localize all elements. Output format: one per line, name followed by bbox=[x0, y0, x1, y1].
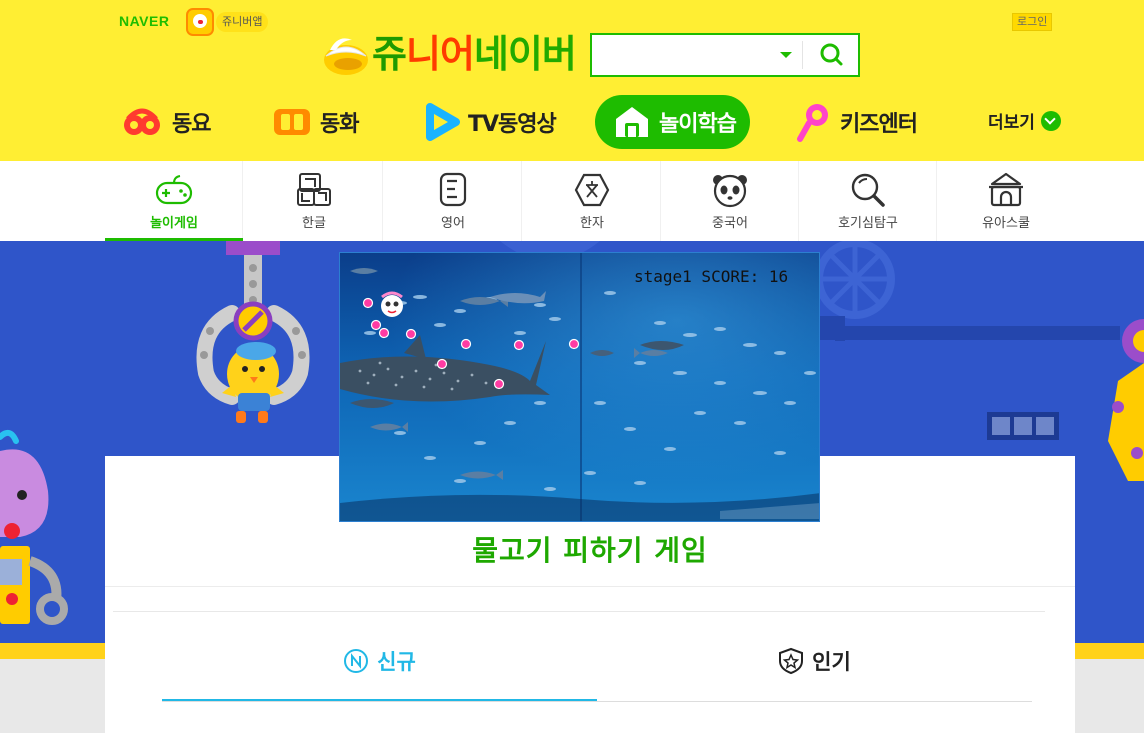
tab-play-game[interactable]: 놀이게임 bbox=[105, 161, 243, 241]
english-letter-icon bbox=[439, 172, 467, 207]
chevron-down-icon[interactable] bbox=[773, 44, 799, 66]
star-badge-icon bbox=[779, 647, 804, 675]
game-title: 물고기 피하기 게임 bbox=[472, 534, 708, 567]
header: NAVER 쥬니버앱 로그인 쥬니어네이버 동요 동화 TV동영상 놀이학습 키… bbox=[0, 0, 1144, 161]
main-nav: 동요 동화 TV동영상 놀이학습 키즈엔터 bbox=[0, 95, 1144, 149]
song-icon bbox=[124, 108, 160, 135]
junior-app-link[interactable]: 쥬니버앱 bbox=[216, 12, 269, 32]
tab-hanja[interactable]: 한자 bbox=[523, 161, 661, 241]
tab-chinese[interactable]: 중국어 bbox=[661, 161, 799, 241]
list-tabs: 신규 인기 bbox=[162, 620, 1032, 702]
new-badge-icon bbox=[344, 649, 369, 673]
search-button[interactable] bbox=[806, 38, 856, 72]
microphone-icon bbox=[797, 104, 828, 142]
nav-tv[interactable]: TV동영상 bbox=[424, 95, 557, 149]
search-input[interactable] bbox=[600, 43, 770, 67]
more-button[interactable]: 더보기 bbox=[988, 108, 1061, 133]
nav-song[interactable]: 동요 bbox=[120, 95, 211, 149]
player-character bbox=[381, 291, 403, 317]
search-box bbox=[590, 33, 860, 77]
book-icon bbox=[274, 109, 310, 135]
tab-curiosity[interactable]: 호기심탐구 bbox=[799, 161, 937, 241]
play-icon bbox=[426, 103, 460, 141]
brand-title[interactable]: 쥬니어네이버 bbox=[372, 33, 577, 75]
tab-popular[interactable]: 인기 bbox=[597, 620, 1032, 702]
brand-mascot-icon[interactable] bbox=[318, 30, 370, 78]
tab-new[interactable]: 신규 bbox=[162, 620, 597, 702]
junior-app-icon[interactable] bbox=[186, 8, 214, 36]
nav-kids-entertainment[interactable]: 키즈엔터 bbox=[796, 95, 918, 149]
gamepad-icon bbox=[155, 175, 193, 205]
magnifier-icon bbox=[851, 173, 885, 207]
nav-story[interactable]: 동화 bbox=[272, 95, 359, 149]
korean-letters-icon bbox=[297, 173, 331, 206]
login-button[interactable]: 로그인 bbox=[1012, 13, 1053, 31]
panda-icon bbox=[713, 174, 747, 208]
house-icon bbox=[616, 107, 648, 137]
sub-nav: 놀이게임 한글 영어 한자 중국어 호기심탐구 유아스쿨 bbox=[0, 161, 1144, 241]
nav-play-learning[interactable]: 놀이학습 bbox=[595, 95, 750, 149]
score-display: stage1 SCORE: 16 bbox=[634, 267, 789, 286]
tab-english[interactable]: 영어 bbox=[384, 161, 522, 241]
school-icon bbox=[989, 172, 1023, 207]
search-icon bbox=[820, 43, 843, 66]
game-canvas[interactable]: stage1 SCORE: 16 bbox=[339, 252, 820, 522]
tab-korean[interactable]: 한글 bbox=[245, 161, 383, 241]
tab-preschool[interactable]: 유아스쿨 bbox=[937, 161, 1075, 241]
naver-logo[interactable]: NAVER bbox=[119, 13, 169, 29]
hanja-icon bbox=[574, 173, 610, 207]
aquarium-scene bbox=[340, 253, 819, 521]
chevron-down-icon bbox=[1040, 110, 1061, 131]
